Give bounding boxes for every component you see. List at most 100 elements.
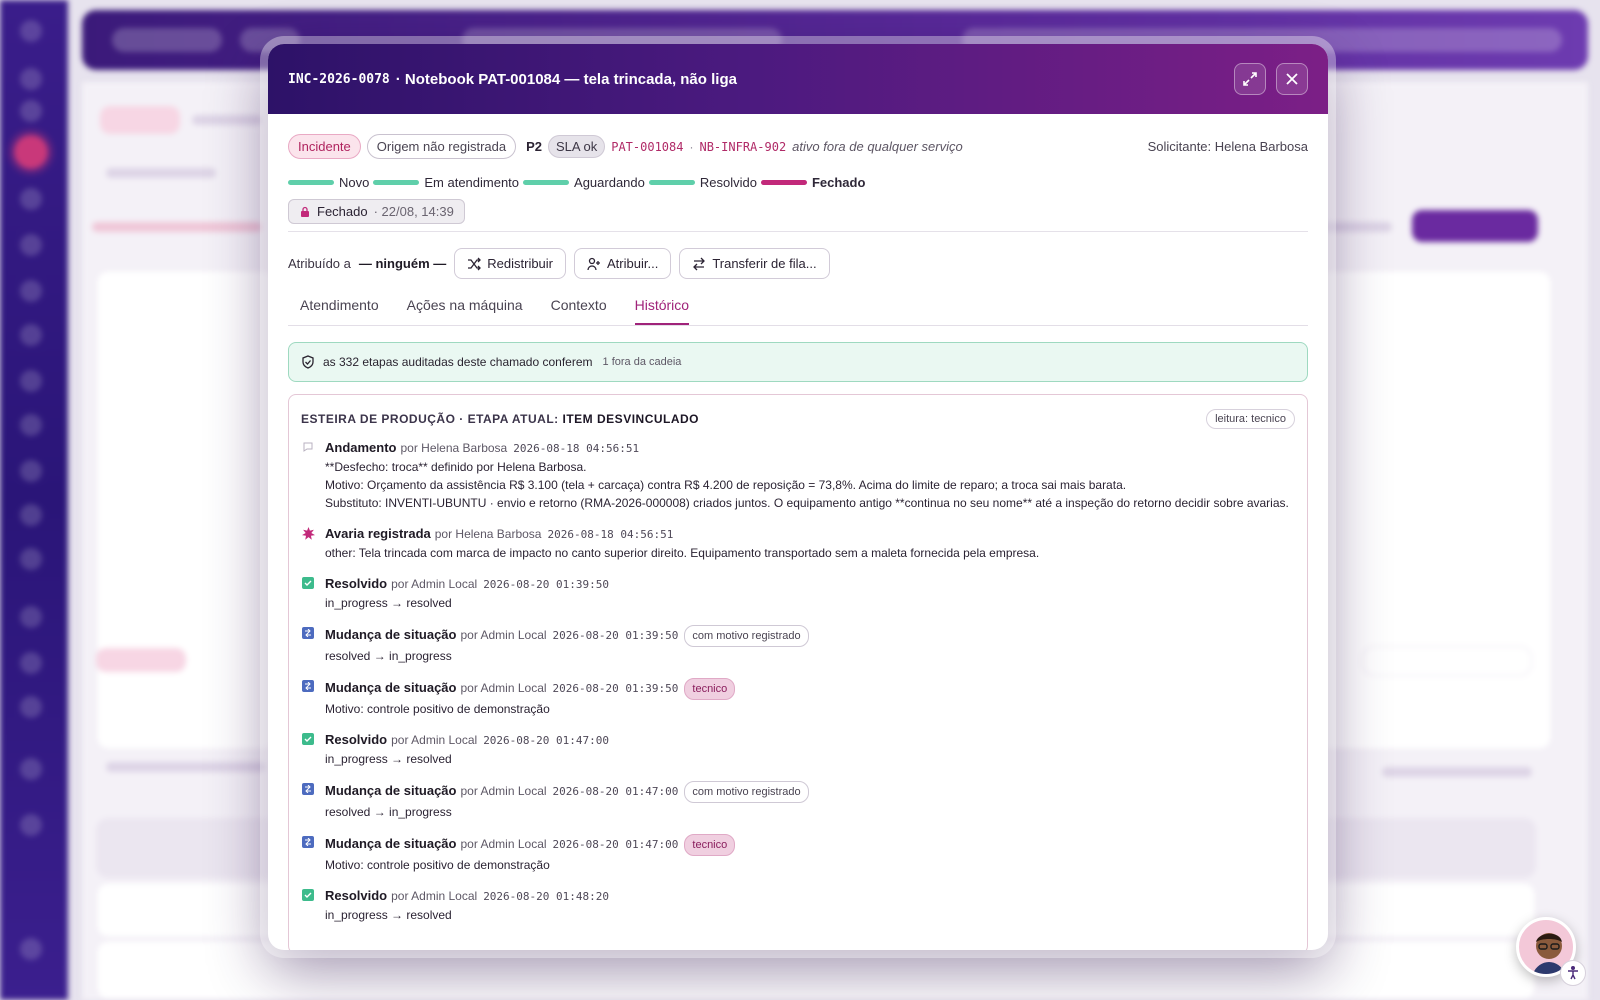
transfer-icon [693,257,706,270]
assign-button[interactable]: Atribuir... [574,248,672,279]
event-line: other: Tela trincada com marca de impact… [325,546,1040,560]
event-title: Mudança de situação [325,680,457,695]
history-events: Andamento por Helena Barbosa 2026-08-18 04… [301,439,1295,924]
event-line: in_progress → resolved [325,908,452,922]
status-change-icon [302,627,314,639]
reader-badge: leitura: tecnico [1206,409,1295,429]
event-author: por Admin Local [391,889,478,903]
event-timestamp: 2026-08-18 04:56:51 [513,442,640,455]
accessibility-button[interactable] [1560,960,1586,986]
ticket-code: INC-2026-0078 [288,71,390,87]
comment-bubble-icon [303,442,313,452]
step-label: Fechado [811,175,866,190]
ticket-tabs: Atendimento Ações na máquina Contexto Hi… [288,297,1308,326]
history-event: Andamento por Helena Barbosa 2026-08-18 04… [301,439,1295,512]
step-resolvido: Resolvido [648,175,757,190]
status-change-icon [302,783,314,795]
sla-badge: SLA ok [548,135,606,158]
closed-timestamp: · 22/08, 14:39 [373,204,454,219]
event-author: por Admin Local [391,577,478,591]
transfer-queue-button[interactable]: Transferir de fila... [679,248,830,279]
redistribute-button[interactable]: Redistribuir [454,248,567,279]
type-badge: Incidente [288,134,361,159]
step-label: Novo [339,175,370,190]
user-plus-icon [587,257,601,270]
event-tag: com motivo registrado [684,625,809,647]
check-icon [302,889,314,901]
status-change-icon [302,836,314,848]
event-title: Mudança de situação [325,627,457,642]
event-tag: tecnico [684,834,736,856]
check-icon [302,733,314,745]
event-line: in_progress → resolved [325,596,452,610]
history-current-stage: ITEM DESVINCULADO [562,412,700,426]
event-title: Resolvido [325,576,388,591]
requester-label: Solicitante: Helena Barbosa [1147,139,1308,154]
lock-icon [301,206,309,217]
status-stepper: Novo Em atendimento Aguardando Resolvido… [288,175,1308,190]
step-fechado: Fechado [760,175,866,190]
step-em-atendimento: Em atendimento [373,175,519,190]
assign-label: Atribuir... [607,256,659,271]
event-timestamp: 2026-08-20 01:39:50 [483,578,610,591]
event-line: **Desfecho: troca** definido por Helena … [325,460,587,474]
host-link[interactable]: NB-INFRA-902 [699,140,786,154]
event-timestamp: 2026-08-20 01:48:20 [483,890,610,903]
history-event: Mudança de situação por Admin Local 2026-0… [301,781,1295,821]
event-timestamp: 2026-08-20 01:47:00 [552,838,679,851]
tab-historico[interactable]: Histórico [634,297,690,325]
event-timestamp: 2026-08-20 01:47:00 [483,734,610,747]
history-panel: ESTEIRA DE PRODUÇÃO · ETAPA ATUAL: ITEM … [288,394,1308,950]
status-change-icon [302,680,314,692]
close-icon [1286,73,1298,85]
event-author: por Helena Barbosa [434,527,542,541]
app-sidebar [0,0,68,1000]
event-tag: com motivo registrado [684,781,809,803]
event-title: Andamento [325,440,397,455]
event-title: Resolvido [325,732,388,747]
event-author: por Admin Local [460,628,547,642]
history-event: Mudança de situação por Admin Local 2026-0… [301,834,1295,874]
transfer-label: Transferir de fila... [712,256,817,271]
event-line: Motivo: Orçamento da assistência R$ 3.10… [325,478,1127,492]
event-tag: tecnico [684,678,736,700]
shield-check-icon [302,355,314,369]
dialog-header: INC-2026-0078 · Notebook PAT-001084 — te… [268,44,1328,114]
origin-badge: Origem não registrada [366,134,517,159]
event-timestamp: 2026-08-20 01:39:50 [552,629,679,642]
divider [288,231,1308,232]
history-title: ESTEIRA DE PRODUÇÃO · ETAPA ATUAL: ITEM … [301,412,699,426]
event-author: por Admin Local [460,784,547,798]
ticket-title: · Notebook PAT-001084 — tela trincada, n… [395,70,737,88]
event-line: in_progress → resolved [325,752,452,766]
assignee-value: — ninguém — [358,256,447,271]
tab-acoes-na-maquina[interactable]: Ações na máquina [407,297,523,325]
event-line: Motivo: controle positivo de demonstraçã… [325,858,550,872]
step-label: Resolvido [699,175,757,190]
closed-label: Fechado [317,204,368,219]
event-timestamp: 2026-08-20 01:39:50 [552,682,679,695]
asset-code-link[interactable]: PAT-001084 [611,140,683,154]
event-author: por Admin Local [460,837,547,851]
event-author: por Helena Barbosa [400,441,508,455]
assigned-prefix: Atribuído a [288,256,351,271]
history-event: Resolvido por Admin Local 2026-08-20 01:47… [301,731,1295,768]
closed-status-badge: Fechado · 22/08, 14:39 [288,199,465,224]
assignment-row: Atribuído a — ninguém — Redistribuir Atr… [288,248,1308,279]
audit-text: as 332 etapas auditadas deste chamado co… [323,355,593,369]
event-author: por Admin Local [391,733,478,747]
history-event: Resolvido por Admin Local 2026-08-20 01:48… [301,887,1295,924]
dialog-body: Incidente Origem não registrada P2 SLA o… [268,114,1328,950]
ticket-dialog: INC-2026-0078 · Notebook PAT-001084 — te… [268,44,1328,950]
history-title-prefix: ESTEIRA DE PRODUÇÃO · ETAPA ATUAL: [301,412,559,426]
event-line: resolved → in_progress [325,805,452,819]
event-title: Resolvido [325,888,388,903]
history-event: Resolvido por Admin Local 2026-08-20 01:39… [301,575,1295,612]
tab-atendimento[interactable]: Atendimento [300,297,379,325]
close-button[interactable] [1276,63,1308,95]
check-icon [302,577,314,589]
expand-icon [1243,72,1257,86]
tab-contexto[interactable]: Contexto [551,297,607,325]
expand-button[interactable] [1234,63,1266,95]
history-event: Mudança de situação por Admin Local 2026-0… [301,678,1295,718]
